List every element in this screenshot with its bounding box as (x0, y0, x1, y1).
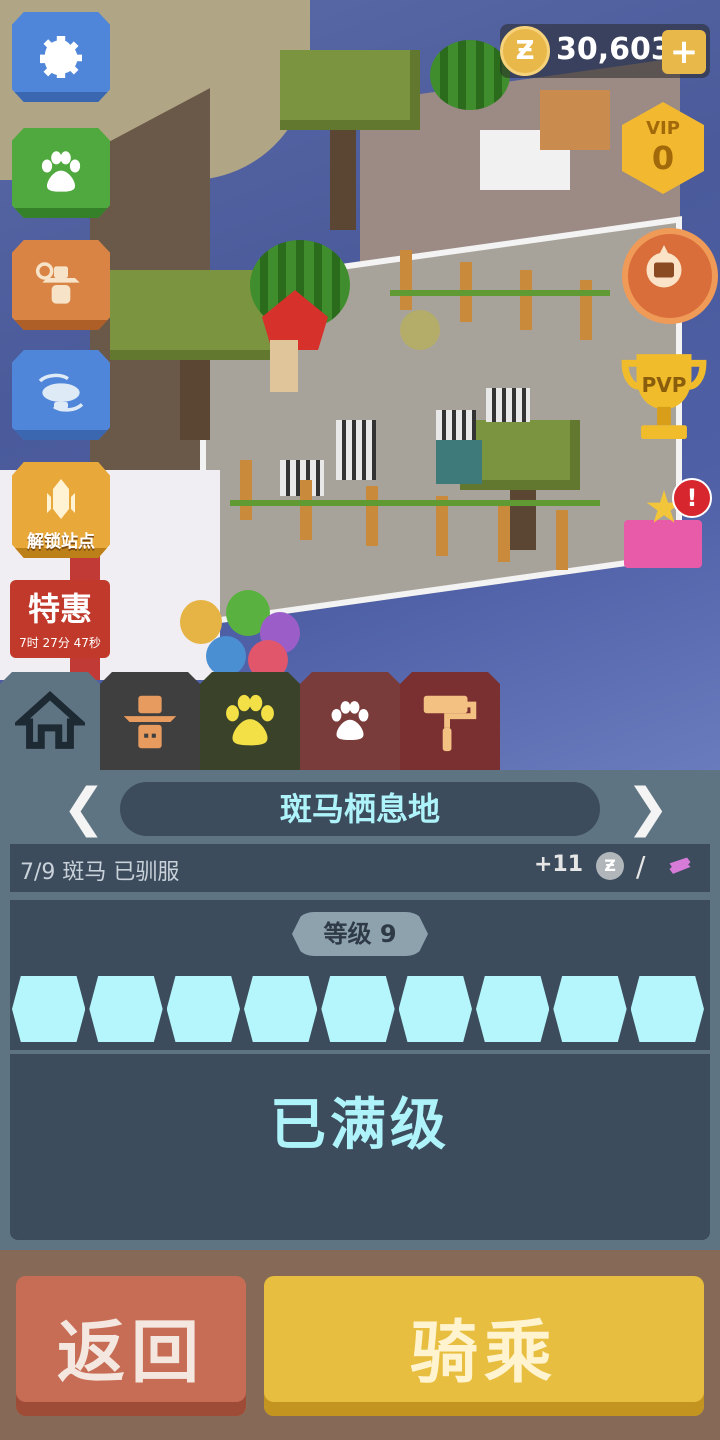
paint-roller-icon (423, 695, 477, 752)
level-segment (321, 976, 395, 1042)
gift-box-icon (624, 520, 702, 568)
separator: / (636, 850, 646, 883)
fence-post (556, 510, 568, 570)
cowboy-hat-icon (123, 695, 177, 749)
special-offer-timer: 7时 27分 47秒 (19, 636, 101, 650)
pvp-label: PVP (641, 373, 687, 397)
add-coins-button[interactable]: + (662, 30, 706, 74)
currency-bar: Ƶ 30,603 + (500, 24, 710, 78)
paw-icon (226, 694, 274, 746)
habitat-title: 斑马栖息地 (120, 782, 600, 836)
tab-home[interactable] (0, 672, 100, 772)
level-segment (12, 976, 86, 1042)
level-segment (89, 976, 163, 1042)
animals-button[interactable] (12, 128, 110, 218)
tree (280, 50, 420, 130)
fence-post (240, 460, 252, 520)
level-label: 等级 9 (292, 912, 428, 956)
fence-vine (390, 290, 610, 296)
vip-level: 0 (651, 139, 675, 177)
crystal-icon (47, 479, 75, 519)
settings-button[interactable] (12, 12, 110, 102)
fence-post (300, 480, 312, 540)
level-segment (398, 976, 472, 1042)
pvp-button[interactable]: PVP (618, 345, 710, 455)
home-icon (15, 691, 85, 749)
cowboy-lasso-icon (35, 262, 80, 304)
ball (400, 310, 440, 350)
notification-badge: ! (672, 478, 712, 518)
fence-post (580, 280, 592, 340)
zookeeper[interactable] (270, 340, 298, 392)
max-level-status: 已满级 (270, 1093, 450, 1158)
special-offer-title: 特惠 (27, 590, 92, 628)
level-segment (630, 976, 704, 1042)
habitat-info-bar: 7/9 斑马 已驯服 +11 Ƶ / (10, 844, 710, 892)
zebra[interactable] (486, 388, 530, 422)
tab-keepers[interactable] (100, 672, 200, 772)
ticket-icon (662, 854, 698, 888)
next-habitat-button[interactable]: ❯ (626, 782, 676, 834)
reward-amount: +11 (534, 852, 584, 877)
tab-decorate[interactable] (400, 672, 500, 772)
level-progress-bar (12, 976, 708, 1042)
tab-pets[interactable] (300, 672, 400, 772)
fence-post (400, 250, 412, 310)
airship-button[interactable] (12, 350, 110, 440)
map-compass-button[interactable] (622, 228, 718, 324)
giraffe[interactable] (540, 90, 610, 150)
airship-icon (38, 373, 84, 412)
coin-amount: 30,603 (556, 32, 672, 67)
watermelon-house (430, 40, 510, 110)
fence-post (520, 270, 532, 330)
compass-icon (646, 245, 682, 288)
level-segment (166, 976, 240, 1042)
fence-post (366, 486, 378, 546)
divider (10, 1050, 710, 1054)
back-button[interactable]: 返回 (16, 1276, 246, 1416)
reward-gift-button[interactable]: ! (616, 478, 712, 576)
level-segment (244, 976, 318, 1042)
fence-vine (230, 500, 600, 506)
ride-button[interactable]: 骑乘 (264, 1276, 704, 1416)
small-paw-icon (331, 701, 369, 740)
category-tabs (0, 672, 720, 772)
special-offer-button[interactable]: 特惠 7时 27分 47秒 (10, 580, 110, 658)
tab-animals[interactable] (200, 672, 300, 772)
level-segment (553, 976, 627, 1042)
zebra-statue (436, 440, 482, 484)
trophy-icon (621, 354, 707, 439)
vip-label: VIP (646, 118, 680, 139)
fence-post (498, 502, 510, 562)
balloon (206, 636, 246, 676)
prev-habitat-button[interactable]: ❮ (62, 782, 112, 834)
unlock-station-button[interactable]: 解锁站点 (12, 462, 110, 558)
coin-icon: Ƶ (500, 26, 550, 76)
tamed-count: 7/9 斑马 已驯服 (20, 860, 180, 885)
level-segment (476, 976, 550, 1042)
gear-icon (40, 36, 82, 78)
keeper-button[interactable] (12, 240, 110, 330)
unlock-station-label: 解锁站点 (27, 532, 95, 552)
paw-icon (41, 151, 81, 192)
coin-icon: Ƶ (596, 852, 624, 880)
zebra[interactable] (336, 420, 376, 480)
